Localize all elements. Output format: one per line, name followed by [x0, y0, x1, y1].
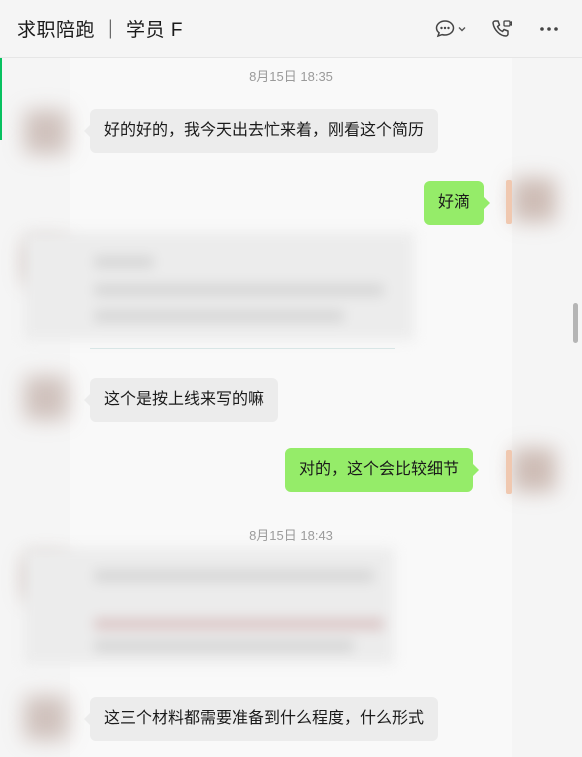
timestamp: 8月15日 18:43 [249, 528, 333, 543]
my-avatar[interactable] [512, 448, 556, 492]
blurred-card-message[interactable] [24, 232, 414, 340]
contact-avatar[interactable] [24, 110, 68, 154]
blurred-card-message[interactable] [24, 548, 394, 664]
chat-title: 求职陪跑 ｜ 学员 F [17, 20, 183, 41]
scrollbar[interactable] [573, 303, 578, 343]
outgoing-message[interactable]: 对的，这个会比较细节 [285, 448, 480, 492]
incoming-message[interactable]: 好的好的，我今天出去忙来着，刚看这个简历 [83, 109, 439, 153]
incoming-message[interactable]: 这三个材料都需要准备到什么程度，什么形式 [83, 697, 439, 741]
message-list[interactable]: 8月15日 18:35 好的好的，我今天出去忙来着，刚看这个简历 好滴 这个是按… [0, 58, 582, 757]
divider [90, 348, 395, 349]
contact-avatar[interactable] [24, 376, 68, 420]
chevron-down-icon[interactable] [456, 14, 468, 44]
avatar-edge [506, 180, 512, 224]
timestamp: 8月15日 18:35 [249, 69, 333, 84]
phone-icon[interactable] [486, 14, 516, 44]
outgoing-message[interactable]: 好滴 [424, 181, 491, 225]
chat-header: 求职陪跑 ｜ 学员 F [0, 0, 582, 58]
avatar-edge [506, 450, 512, 494]
header-actions [430, 14, 564, 44]
contact-avatar[interactable] [24, 696, 68, 740]
my-avatar[interactable] [512, 178, 556, 222]
more-icon[interactable] [534, 14, 564, 44]
incoming-message[interactable]: 这个是按上线来写的嘛 [83, 378, 279, 422]
